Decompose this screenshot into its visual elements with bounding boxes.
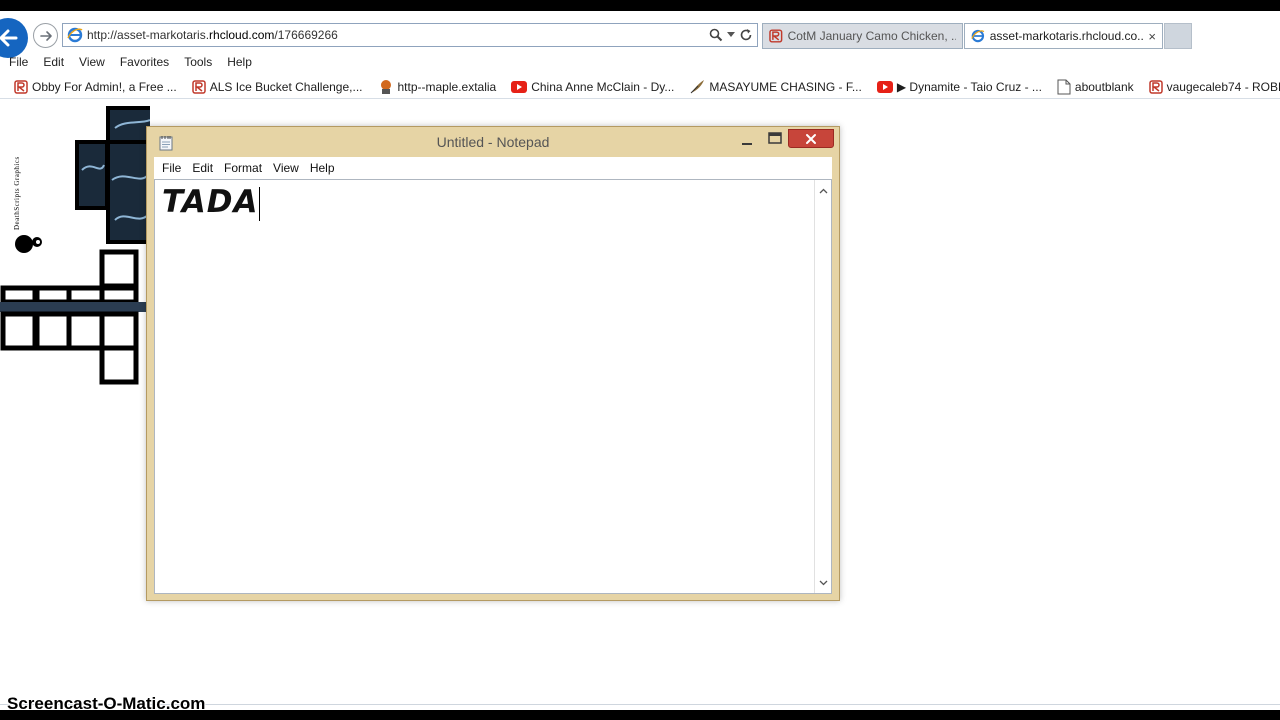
menu-view[interactable]: View [79, 55, 105, 69]
refresh-icon[interactable] [739, 28, 753, 42]
favorite-label: vaugecaleb74 - ROBLOX [1166, 79, 1280, 94]
menu-file[interactable]: File [9, 55, 28, 69]
menu-help[interactable]: Help [227, 55, 252, 69]
notepad-content-text: TADA [162, 184, 259, 220]
youtube-icon [511, 80, 528, 93]
watermark-vertical-label: DeathScripts Graphics [13, 156, 21, 230]
scroll-up-button[interactable] [815, 182, 832, 199]
roblox-icon [14, 79, 28, 94]
forward-arrow-icon [39, 30, 52, 41]
text-caret [259, 186, 261, 221]
roblox-icon [191, 79, 206, 94]
favorites-bar: Obby For Admin!, a Free ... ALS Ice Buck… [0, 75, 1280, 99]
notepad-window: Untitled - Notepad File Edit Format View… [146, 126, 840, 601]
close-window-button[interactable] [788, 129, 834, 148]
close-icon [806, 133, 816, 144]
address-scheme: http://asset-markotaris. [87, 28, 210, 42]
favorite-item[interactable]: China Anne McClain - Dy... [511, 80, 674, 94]
menu-edit[interactable]: Edit [43, 55, 64, 69]
menu-favorites[interactable]: Favorites [120, 55, 169, 69]
address-bar[interactable]: http://asset-markotaris.rhcloud.com/1766… [62, 23, 758, 47]
menu-tools[interactable]: Tools [184, 55, 212, 69]
notepad-menu-edit[interactable]: Edit [192, 161, 213, 175]
favorite-label: MASAYUME CHASING - F... [709, 79, 862, 94]
tab-asset-markotaris[interactable]: asset-markotaris.rhcloud.co... × [964, 23, 1163, 49]
favorite-label: http--maple.extalia [397, 79, 497, 94]
page-icon [1057, 79, 1071, 94]
notepad-title-bar[interactable]: Untitled - Notepad [147, 127, 839, 157]
chevron-up-icon [819, 188, 828, 193]
address-domain: rhcloud.com [209, 28, 275, 42]
screencast-watermark: Screencast-O-Matic.com [7, 694, 206, 713]
search-icon[interactable] [709, 28, 723, 42]
address-text[interactable]: http://asset-markotaris.rhcloud.com/1766… [87, 28, 338, 42]
notepad-content: TADA [162, 184, 261, 221]
screen-top-strip [0, 0, 1280, 11]
forward-button[interactable] [33, 23, 58, 48]
notepad-menu-help[interactable]: Help [310, 161, 335, 175]
favorite-label: Obby For Admin!, a Free ... [32, 79, 177, 94]
favorite-item[interactable]: ALS Ice Bucket Challenge,... [191, 79, 363, 94]
favorite-item[interactable]: vaugecaleb74 - ROBLOX [1148, 79, 1280, 94]
tab-title: asset-markotaris.rhcloud.co... [989, 29, 1145, 43]
favorite-item[interactable]: aboutblank [1057, 79, 1134, 95]
notepad-title: Untitled - Notepad [436, 134, 550, 150]
maximize-icon[interactable] [765, 130, 785, 148]
notepad-menu-view[interactable]: View [273, 161, 299, 175]
chevron-down-icon [819, 580, 828, 585]
ie-page-icon [971, 29, 985, 43]
vertical-scrollbar[interactable] [814, 180, 831, 593]
address-path: /176669266 [274, 28, 338, 42]
minimize-icon[interactable] [739, 132, 755, 150]
scroll-down-button[interactable] [815, 574, 832, 591]
tab-title: CotM January Camo Chicken, ... [787, 29, 956, 43]
favorite-item[interactable]: http--maple.extalia [378, 79, 497, 95]
chevron-down-icon[interactable] [727, 32, 735, 38]
new-tab-button[interactable] [1164, 23, 1192, 49]
maple-icon [380, 79, 391, 94]
notepad-menu-format[interactable]: Format [224, 161, 262, 175]
notepad-text-area[interactable]: TADA [154, 179, 832, 594]
tab-cotm[interactable]: CotM January Camo Chicken, ... [762, 23, 963, 49]
notepad-menu-bar: File Edit Format View Help [154, 157, 832, 179]
notepad-menu-file[interactable]: File [162, 161, 181, 175]
ie-page-icon [67, 27, 83, 43]
roblox-icon [1148, 79, 1163, 94]
favorite-item[interactable]: Obby For Admin!, a Free ... [14, 80, 177, 94]
roblox-icon [769, 29, 783, 43]
favorite-item[interactable]: ▶ Dynamite - Taio Cruz - ... [876, 79, 1042, 94]
browser-menu-bar: File Edit View Favorites Tools Help [0, 52, 1280, 72]
favorite-label: China Anne McClain - Dy... [531, 79, 675, 94]
favorite-label: ▶ Dynamite - Taio Cruz - ... [896, 79, 1042, 94]
youtube-icon [876, 80, 893, 93]
page-block-art [0, 106, 150, 385]
favorite-label: aboutblank [1074, 79, 1134, 94]
feather-icon [691, 79, 705, 93]
browser-toolbar: http://asset-markotaris.rhcloud.com/1766… [0, 11, 1280, 58]
favorite-label: ALS Ice Bucket Challenge,... [209, 79, 363, 94]
favorite-item[interactable]: MASAYUME CHASING - F... [689, 79, 862, 95]
back-arrow-icon [0, 29, 18, 47]
address-tools [709, 26, 753, 44]
close-tab-icon[interactable]: × [1144, 29, 1156, 44]
